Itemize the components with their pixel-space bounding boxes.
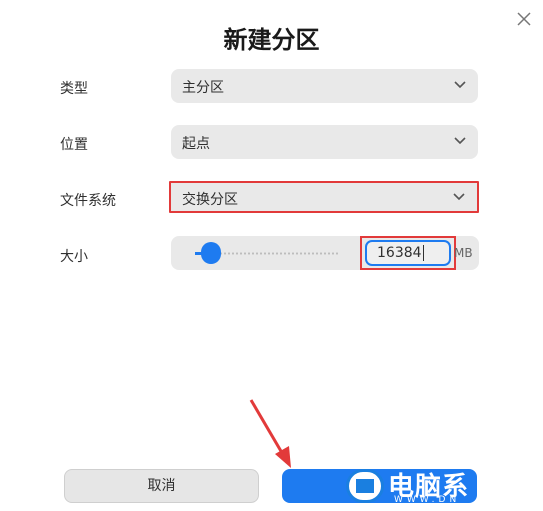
- size-control: 16384 MB: [171, 236, 479, 270]
- size-input-highlight: 16384: [360, 236, 456, 270]
- size-input-value: 16384: [377, 245, 422, 261]
- filesystem-label: 文件系统: [60, 193, 116, 209]
- close-glyph: [517, 12, 531, 26]
- chevron-down-icon: [454, 81, 466, 89]
- text-caret: [422, 245, 424, 261]
- dialog-title: 新建分区: [223, 26, 320, 54]
- watermark: 电脑系 WWW.DN: [344, 466, 484, 506]
- chevron-down-icon: [453, 193, 465, 201]
- position-select[interactable]: 起点: [171, 125, 478, 159]
- type-label: 类型: [60, 81, 88, 97]
- size-input[interactable]: 16384: [365, 240, 451, 266]
- position-value: 起点: [182, 136, 210, 152]
- position-label: 位置: [60, 137, 88, 153]
- cancel-button[interactable]: 取消: [64, 469, 259, 503]
- size-label: 大小: [60, 249, 88, 265]
- close-icon[interactable]: [513, 8, 535, 30]
- size-slider-handle[interactable]: [201, 242, 221, 264]
- filesystem-select[interactable]: 交换分区: [169, 181, 479, 213]
- type-select[interactable]: 主分区: [171, 69, 478, 103]
- type-value: 主分区: [182, 80, 224, 96]
- watermark-logo-icon: [346, 469, 384, 503]
- filesystem-value: 交换分区: [182, 192, 238, 208]
- chevron-down-icon: [454, 137, 466, 145]
- size-unit: MB: [454, 246, 473, 260]
- annotation-arrow-icon: [249, 399, 291, 468]
- watermark-subtext: WWW.DN: [394, 495, 461, 505]
- watermark-logo-inner: [356, 479, 374, 493]
- new-partition-dialog: 新建分区 类型 主分区 位置 起点 文件系统 交换分区 大小 16384 MB …: [0, 0, 543, 511]
